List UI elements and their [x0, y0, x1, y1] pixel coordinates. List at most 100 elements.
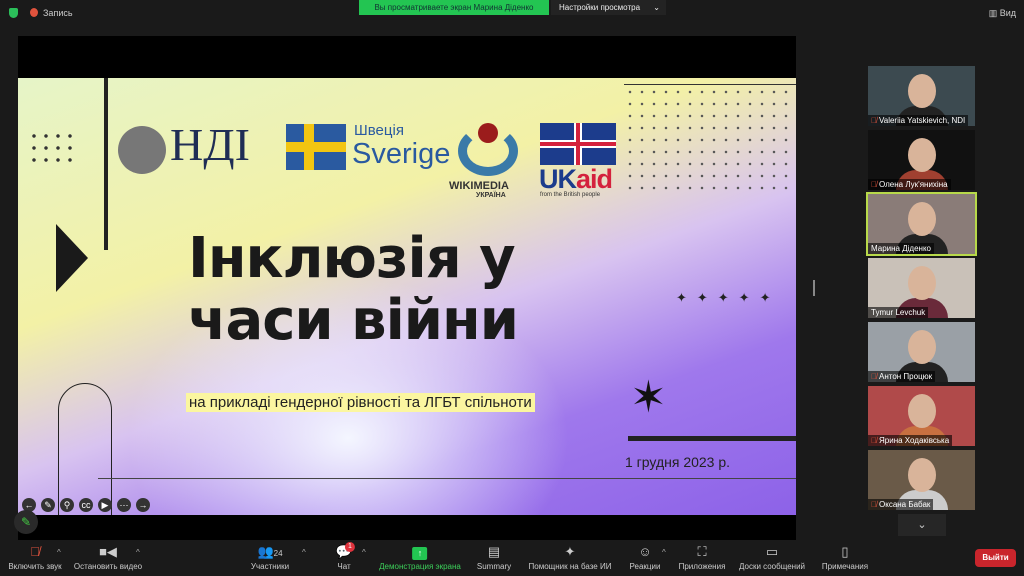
- participants-count: 24: [273, 549, 283, 558]
- participant-name: 🎙̸ Антон Процюк: [868, 371, 936, 382]
- view-settings-label: Настройки просмотра: [559, 3, 641, 12]
- decor-bar: [628, 436, 796, 441]
- slide-subtitle: на прикладі гендерної рівності та ЛГБТ с…: [186, 393, 535, 412]
- leave-button[interactable]: Выйти: [975, 549, 1016, 567]
- participant-video: [908, 74, 936, 108]
- participant-tile[interactable]: 🎙̸ Оксана Бабак: [868, 450, 975, 510]
- stars-decor: ✦✦✦✦✦: [676, 290, 781, 305]
- participant-video: [908, 458, 936, 492]
- apps-button[interactable]: ⛶ Приложения: [679, 544, 726, 571]
- ukaid-aid: aid: [576, 164, 613, 194]
- reactions-caret[interactable]: ^: [662, 548, 666, 557]
- ukaid-uk: UK: [539, 164, 577, 194]
- muted-mic-icon: 🎙̸: [871, 116, 877, 125]
- meeting-toolbar: 🎙̸ Включить звук ^ ■◀ Остановить видео ^ 👥…: [0, 540, 1024, 576]
- participant-video: [908, 330, 936, 364]
- title-line: часи війни: [188, 288, 519, 353]
- sweden-flag-icon: [286, 124, 346, 170]
- participant-tile[interactable]: Марина Діденко: [866, 192, 977, 256]
- participant-name-text: Ярина Ходаківська: [879, 436, 950, 445]
- chat-button[interactable]: 💬 1 Чат: [336, 542, 355, 571]
- participant-video: [908, 394, 936, 428]
- recording-icon: [30, 8, 38, 17]
- participant-video: [908, 138, 936, 172]
- sverige-label: Sverige: [352, 138, 451, 170]
- video-camera-icon: ■◀: [99, 544, 117, 559]
- share-screen-icon: ↑: [412, 547, 428, 560]
- decor-line: [98, 478, 796, 479]
- camera-icon[interactable]: ▶: [98, 498, 112, 512]
- chat-icon: 💬 1: [336, 542, 355, 559]
- participants-icon: 👥24: [257, 544, 283, 559]
- ukaid-sub: from the British people: [540, 192, 601, 198]
- stop-video-label: Остановить видео: [73, 562, 143, 571]
- whiteboards-label: Доски сообщений: [738, 562, 806, 571]
- notes-icon: ▯: [841, 544, 849, 559]
- dot-pattern: [28, 130, 74, 166]
- arch-decor: [58, 383, 112, 515]
- security-shield-icon[interactable]: [9, 8, 18, 18]
- recording-label[interactable]: Запись: [43, 8, 73, 18]
- participant-name-text: Марина Діденко: [871, 244, 931, 253]
- participant-name-text: Оксана Бабак: [879, 500, 931, 509]
- participant-name: Tymur Levchuk: [868, 307, 929, 318]
- slide-title: Інклюзія у часи війни: [188, 228, 519, 353]
- participants-label: Участники: [250, 562, 290, 571]
- participant-tile[interactable]: 🎙̸ Антон Процюк: [868, 322, 975, 382]
- muted-mic-icon: 🎙̸: [871, 436, 877, 445]
- summary-icon: ▤: [487, 544, 501, 559]
- slide-date: 1 грудня 2023 р.: [625, 454, 731, 470]
- chevron-down-icon: ⌄: [653, 3, 660, 12]
- zoom-icon[interactable]: ⚲: [60, 498, 74, 512]
- ai-assistant-button[interactable]: ✦ Помощник на базе ИИ: [529, 544, 612, 571]
- sweden-label: Швеція: [354, 122, 404, 139]
- participant-tile[interactable]: Tymur Levchuk: [868, 258, 975, 318]
- whiteboard-icon: ▭: [765, 544, 779, 559]
- emoji-icon: ☺: [638, 544, 652, 559]
- apps-icon: ⛶: [697, 544, 707, 559]
- star-icon: ✶: [630, 373, 667, 422]
- pen-icon[interactable]: ✎: [41, 498, 55, 512]
- more-icon[interactable]: ⋯: [117, 498, 131, 512]
- annotate-pen-icon[interactable]: ✎: [14, 510, 38, 534]
- gallery-scroll-down-button[interactable]: ⌄: [898, 514, 946, 536]
- view-label: Вид: [999, 8, 1016, 18]
- whiteboards-button[interactable]: ▭ Доски сообщений: [739, 544, 805, 571]
- reactions-label: Реакции: [629, 562, 661, 571]
- notes-button[interactable]: ▯ Примечания: [822, 544, 868, 571]
- unmute-button[interactable]: 🎙̸ Включить звук: [8, 544, 61, 571]
- view-settings-dropdown[interactable]: Настройки просмотра ⌄: [551, 0, 666, 15]
- share-screen-label: Демонстрация экрана: [379, 562, 461, 571]
- next-icon[interactable]: →: [136, 498, 150, 512]
- audio-options-caret[interactable]: ^: [57, 548, 61, 557]
- participants-button[interactable]: 👥24 Участники: [251, 544, 289, 571]
- wikimedia-dot: [478, 123, 498, 143]
- decor-line: [624, 84, 796, 85]
- resize-handle[interactable]: [813, 280, 815, 296]
- participant-name: 🎙̸ Ярина Ходаківська: [868, 435, 953, 446]
- apps-label: Приложения: [678, 562, 726, 571]
- video-options-caret[interactable]: ^: [136, 548, 140, 557]
- share-screen-button[interactable]: ↑ Демонстрация экрана: [379, 544, 461, 571]
- participant-tile[interactable]: 🎙̸ Valeriia Yatskievich, NDI: [868, 66, 975, 126]
- reactions-button[interactable]: ☺ Реакции: [630, 544, 661, 571]
- participant-name: 🎙̸ Олена Лук'янихіна: [868, 179, 951, 190]
- captions-icon[interactable]: cc: [79, 498, 93, 512]
- presentation-slide: НДІ Швеція Sverige WIKIMEDIA УКРАЇНА UKa…: [18, 78, 796, 515]
- sparkle-icon: ✦: [564, 544, 576, 559]
- participant-tile[interactable]: 🎙̸ Ярина Ходаківська: [868, 386, 975, 446]
- ai-assistant-label: Помощник на базе ИИ: [528, 562, 612, 571]
- summary-button[interactable]: ▤ Summary: [477, 544, 511, 571]
- chat-caret[interactable]: ^: [362, 548, 366, 557]
- ukaid-logo: UKaid: [539, 164, 613, 195]
- participant-name: 🎙̸ Valeriia Yatskievich, NDI: [868, 115, 969, 126]
- slide-controls: ← ✎ ⚲ cc ▶ ⋯ →: [22, 498, 150, 512]
- stop-video-button[interactable]: ■◀ Остановить видео: [74, 544, 142, 571]
- top-bar: Запись Вы просматриваете экран Марина Ді…: [0, 0, 1024, 26]
- view-button[interactable]: ▥ Вид: [989, 8, 1016, 19]
- decor-line: [104, 78, 108, 250]
- participants-caret[interactable]: ^: [302, 548, 306, 557]
- chat-badge: 1: [344, 542, 355, 552]
- participant-tile[interactable]: 🎙̸ Олена Лук'янихіна: [868, 130, 975, 190]
- participant-name-text: Олена Лук'янихіна: [879, 180, 948, 189]
